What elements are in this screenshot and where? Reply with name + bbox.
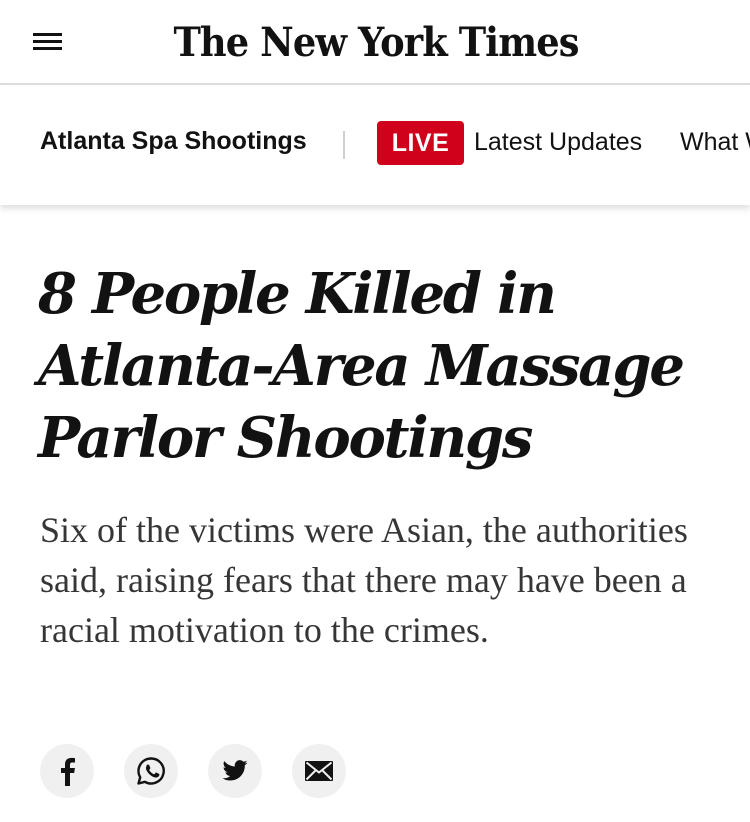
- what-we-know-link[interactable]: What W: [680, 128, 750, 157]
- email-icon: [305, 761, 333, 781]
- share-email-button[interactable]: [292, 744, 346, 798]
- live-badge[interactable]: LIVE: [377, 121, 464, 165]
- twitter-icon: [222, 760, 248, 781]
- share-twitter-button[interactable]: [208, 744, 262, 798]
- section-title-link[interactable]: Atlanta Spa Shootings: [40, 127, 307, 156]
- latest-updates-link[interactable]: Latest Updates: [474, 128, 642, 157]
- facebook-icon: [61, 757, 75, 786]
- article-headline: 8 People Killed in Atlanta-Area Massage …: [38, 261, 685, 471]
- masthead: The New York Times: [0, 0, 750, 85]
- subnav-divider: [343, 131, 345, 159]
- site-logo[interactable]: The New York Times: [173, 14, 579, 70]
- story-subnav: Atlanta Spa Shootings LIVE Latest Update…: [0, 87, 750, 205]
- share-whatsapp-button[interactable]: [124, 744, 178, 798]
- share-toolbar: [40, 744, 346, 798]
- article-summary: Six of the victims were Asian, the autho…: [40, 510, 688, 650]
- share-facebook-button[interactable]: [40, 744, 94, 798]
- hamburger-menu-icon: [33, 33, 62, 36]
- whatsapp-icon: [137, 757, 165, 785]
- menu-button[interactable]: [33, 31, 63, 53]
